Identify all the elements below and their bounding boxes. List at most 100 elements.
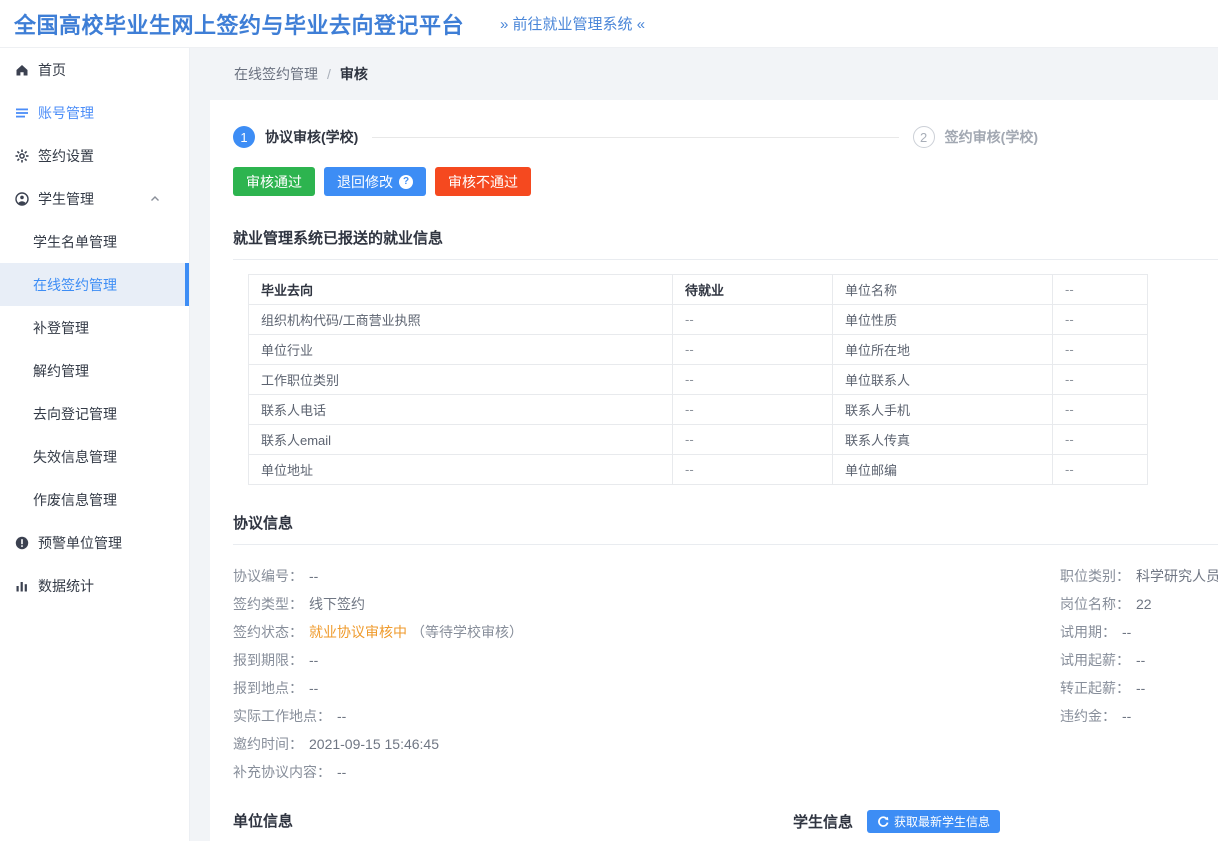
detail-label: 协议编号：	[233, 568, 303, 584]
detail-row-probation: 试用期：--	[1060, 618, 1218, 646]
detail-value: --	[1122, 708, 1131, 724]
send-back-label: 退回修改	[337, 172, 393, 192]
sidebar-item-label: 首页	[38, 60, 66, 80]
sidebar-item-label: 学生管理	[38, 189, 94, 209]
detail-row-invite-time: 邀约时间：2021-09-15 15:46:45	[233, 730, 1060, 758]
table-row: 联系人email -- 联系人传真 --	[249, 425, 1148, 455]
table-cell: 待就业	[673, 275, 833, 305]
sidebar-item-accounts[interactable]: 账号管理	[0, 91, 189, 134]
detail-label: 岗位名称：	[1060, 596, 1130, 612]
detail-label: 实际工作地点：	[233, 708, 331, 724]
table-cell: 单位行业	[249, 335, 673, 365]
table-row: 联系人电话 -- 联系人手机 --	[249, 395, 1148, 425]
step-2-label: 签约审核(学校)	[945, 127, 1038, 147]
detail-value: 科学研究人员	[1136, 568, 1218, 584]
sidebar-item-sign-settings[interactable]: 签约设置	[0, 134, 189, 177]
breadcrumb-parent[interactable]: 在线签约管理	[234, 64, 318, 84]
breadcrumb-separator: /	[327, 66, 331, 82]
sidebar-item-statistics[interactable]: 数据统计	[0, 564, 189, 607]
sidebar-item-label: 签约设置	[38, 146, 94, 166]
table-cell: 单位邮编	[833, 455, 1053, 485]
detail-row-sign-status: 签约状态： 就业协议审核中（等待学校审核）	[233, 618, 1060, 646]
status-badge: 就业协议审核中	[309, 624, 407, 640]
table-row: 组织机构代码/工商营业执照 -- 单位性质 --	[249, 305, 1148, 335]
app-header: 全国高校毕业生网上签约与毕业去向登记平台 » 前往就业管理系统 «	[0, 0, 1218, 48]
detail-value: --	[337, 764, 346, 780]
table-cell: 单位所在地	[833, 335, 1053, 365]
sidebar-item-label: 数据统计	[38, 576, 94, 596]
sidebar-item-invalid-info[interactable]: 失效信息管理	[0, 435, 189, 478]
breadcrumb: 在线签约管理 / 审核	[210, 48, 1218, 100]
table-cell: --	[1053, 425, 1148, 455]
table-cell: --	[1053, 455, 1148, 485]
table-row: 单位地址 -- 单位邮编 --	[249, 455, 1148, 485]
detail-value: --	[309, 680, 318, 696]
table-cell: --	[673, 395, 833, 425]
detail-row-report-place: 报到地点：--	[233, 674, 1060, 702]
detail-value: --	[337, 708, 346, 724]
detail-row-position-name: 岗位名称： 22	[1060, 590, 1218, 618]
sidebar-item-warning-units[interactable]: 预警单位管理	[0, 521, 189, 564]
reject-label: 审核不通过	[448, 172, 518, 192]
detail-row-position-category: 职位类别： 科学研究人员	[1060, 562, 1218, 590]
table-cell: 联系人手机	[833, 395, 1053, 425]
chart-icon	[15, 579, 29, 593]
reject-button[interactable]: 审核不通过	[435, 167, 531, 196]
table-cell: 组织机构代码/工商营业执照	[249, 305, 673, 335]
refresh-student-label: 获取最新学生信息	[894, 813, 990, 830]
table-cell: --	[673, 335, 833, 365]
detail-label: 邀约时间：	[233, 736, 303, 752]
approve-button[interactable]: 审核通过	[233, 167, 315, 196]
detail-value: --	[309, 652, 318, 668]
table-cell: --	[1053, 305, 1148, 335]
student-section-header: 学生信息 获取最新学生信息	[793, 810, 1218, 833]
bottom-sections: 单位信息 学生信息 获取最新学生信息	[233, 810, 1218, 841]
reported-info-section-header: 就业管理系统已报送的就业信息	[233, 227, 1218, 260]
sidebar-item-supplement[interactable]: 补登管理	[0, 306, 189, 349]
reported-info-table: 毕业去向 待就业 单位名称 -- 组织机构代码/工商营业执照 -- 单位性质 -…	[248, 274, 1148, 485]
alert-icon	[15, 536, 29, 550]
detail-label: 报到期限：	[233, 652, 303, 668]
sidebar-item-student-mgmt[interactable]: 学生管理	[0, 177, 189, 220]
detail-value: --	[1122, 624, 1131, 640]
table-cell: --	[1053, 335, 1148, 365]
agreement-details-right: 职位类别：科学研究人员 岗位名称：22 试用期：-- 试用起薪：-- 转正起薪：…	[1060, 562, 1218, 786]
sidebar-item-online-signing[interactable]: 在线签约管理	[0, 263, 189, 306]
portal-link[interactable]: » 前往就业管理系统 «	[500, 13, 645, 34]
sidebar-item-terminate[interactable]: 解约管理	[0, 349, 189, 392]
student-section: 学生信息 获取最新学生信息	[793, 810, 1218, 841]
sidebar-item-student-list[interactable]: 学生名单管理	[0, 220, 189, 263]
detail-value: --	[309, 568, 318, 584]
agreement-details: 协议编号：-- 签约类型：线下签约 签约状态：就业协议审核中（等待学校审核） 报…	[233, 562, 1218, 786]
table-row: 单位行业 -- 单位所在地 --	[249, 335, 1148, 365]
step-1-circle: 1	[233, 126, 255, 148]
sidebar-item-label: 解约管理	[33, 361, 89, 381]
sidebar-item-label: 作废信息管理	[33, 490, 117, 510]
detail-row-supplement-content: 补充协议内容：--	[233, 758, 1060, 786]
sidebar-item-label: 预警单位管理	[38, 533, 122, 553]
sidebar-item-voided-info[interactable]: 作废信息管理	[0, 478, 189, 521]
detail-label: 职位类别：	[1060, 568, 1130, 584]
detail-value: --	[1136, 680, 1145, 696]
table-cell: 联系人email	[249, 425, 673, 455]
breadcrumb-current: 审核	[340, 64, 368, 84]
table-row: 工作职位类别 -- 单位联系人 --	[249, 365, 1148, 395]
agreement-title: 协议信息	[233, 515, 293, 532]
step-connector	[372, 137, 898, 138]
user-icon	[15, 192, 29, 206]
send-back-button[interactable]: 退回修改 ?	[324, 167, 426, 196]
detail-row-agreement-number: 协议编号： --	[233, 562, 1060, 590]
detail-row-report-deadline: 报到期限： --	[233, 646, 1060, 674]
sidebar-item-destination-reg[interactable]: 去向登记管理	[0, 392, 189, 435]
refresh-student-button[interactable]: 获取最新学生信息	[867, 810, 1000, 833]
status-note: （等待学校审核）	[411, 624, 523, 640]
page-title: 全国高校毕业生网上签约与毕业去向登记平台	[14, 8, 464, 40]
step-2-circle: 2	[913, 126, 935, 148]
agreement-details-left: 协议编号：-- 签约类型：线下签约 签约状态：就业协议审核中（等待学校审核） 报…	[233, 562, 1060, 786]
content-card: 1 协议审核(学校) 2 签约审核(学校) 审核通过 退回修改 ? 审核不通过	[210, 100, 1218, 841]
table-cell: 单位地址	[249, 455, 673, 485]
sidebar-item-home[interactable]: 首页	[0, 48, 189, 91]
table-cell: --	[1053, 275, 1148, 305]
detail-value: 22	[1136, 596, 1152, 612]
detail-label: 签约状态：	[233, 624, 303, 640]
